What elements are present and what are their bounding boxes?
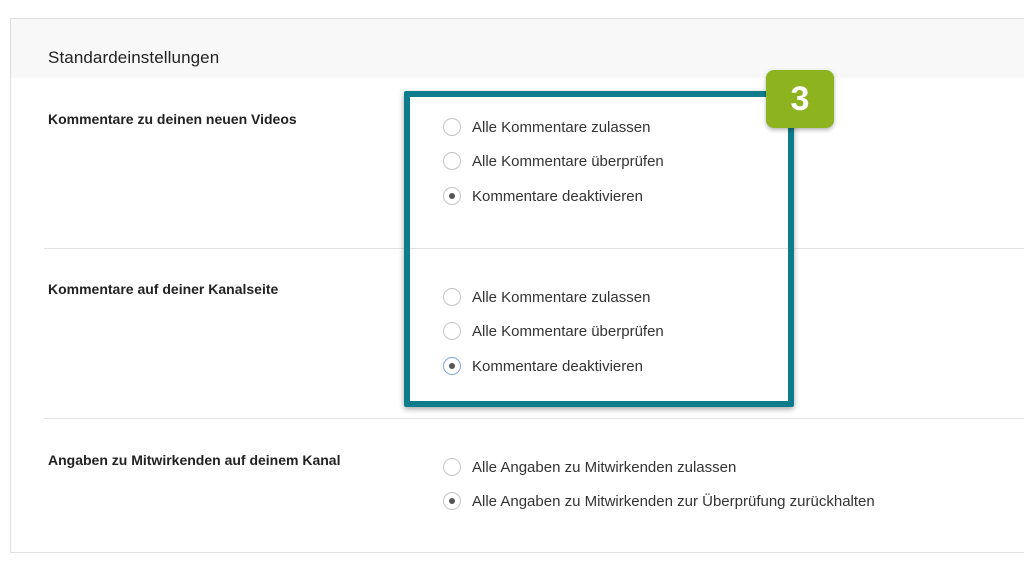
step-number-badge: 3 [766,70,834,128]
radio-option-allow-contributions[interactable]: Alle Angaben zu Mitwirkenden zulassen [443,458,736,476]
section-label-new-video-comments: Kommentare zu deinen neuen Videos [48,111,297,127]
section-label-contributor-credits: Angaben zu Mitwirkenden auf deinem Kanal [48,452,341,468]
radio-button[interactable] [443,458,461,476]
panel-title: Standardeinstellungen [48,48,220,67]
tutorial-highlight-box [404,91,794,407]
panel-header: Standardeinstellungen [11,19,1024,78]
section-label-channel-page-comments: Kommentare auf deiner Kanalseite [48,281,279,297]
radio-option-hold-for-review[interactable]: Alle Angaben zu Mitwirkenden zur Überprü… [443,492,875,510]
radio-label: Alle Angaben zu Mitwirkenden zur Überprü… [472,492,875,510]
radio-label: Alle Angaben zu Mitwirkenden zulassen [472,458,737,476]
radio-button-selected[interactable] [443,492,461,510]
section-divider [44,418,1024,419]
